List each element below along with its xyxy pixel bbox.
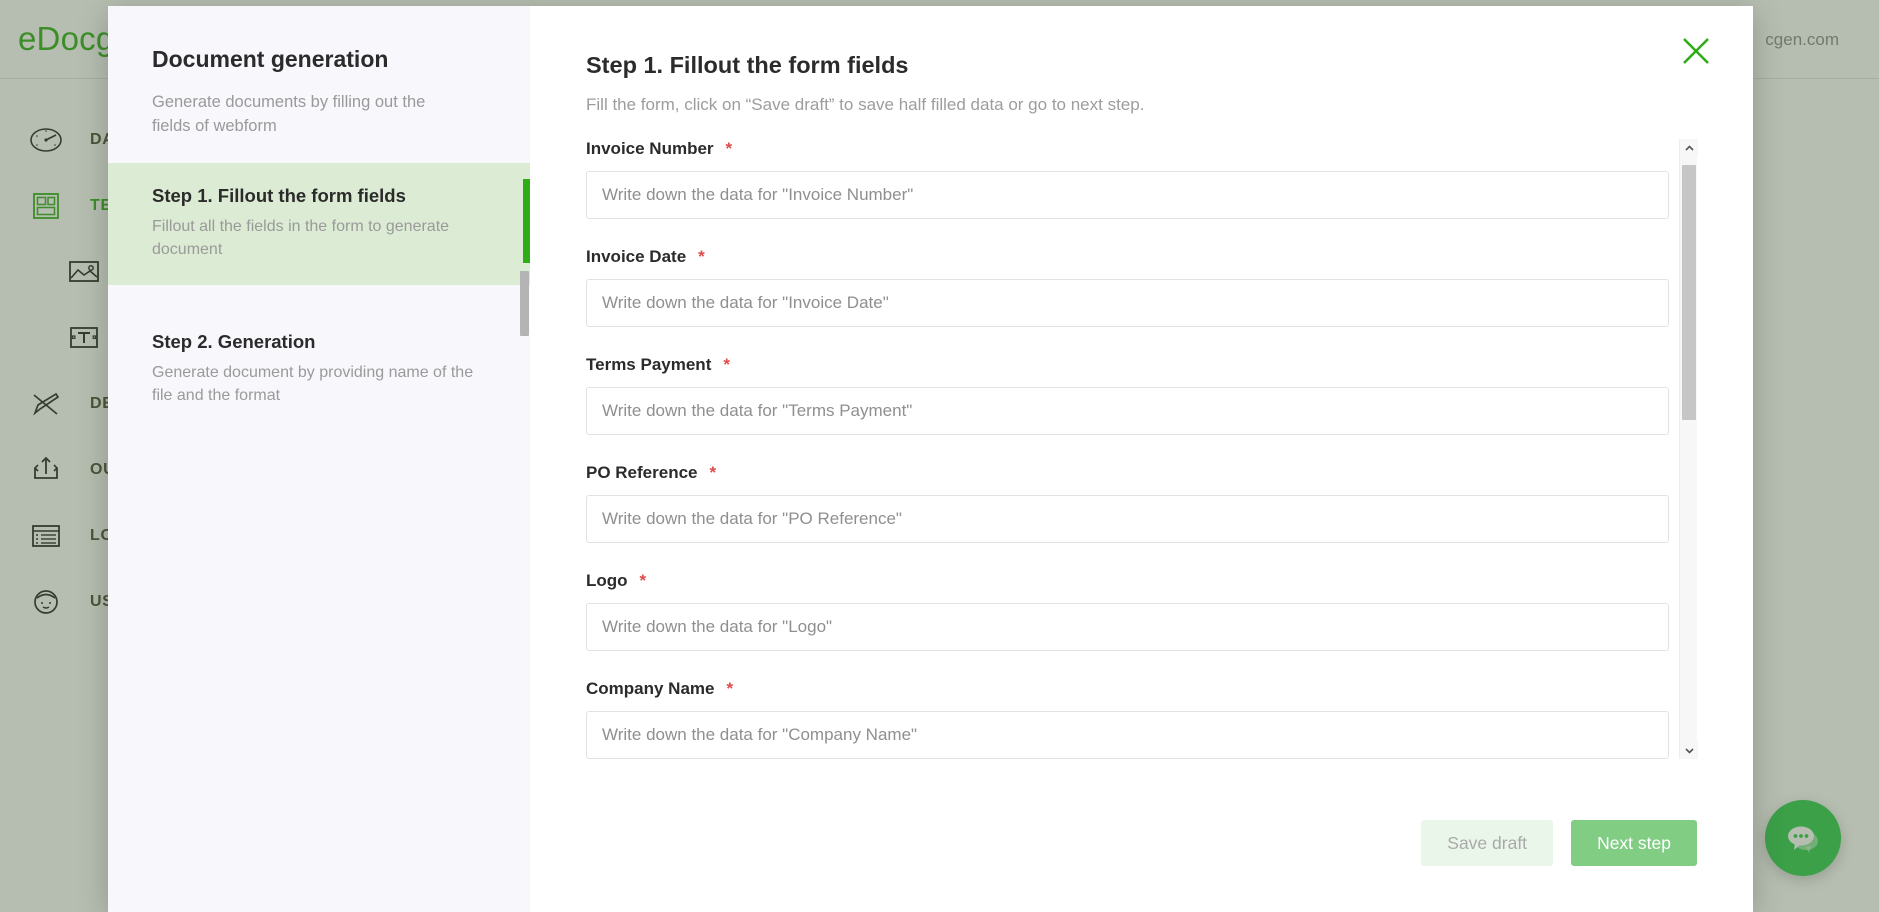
form-field-invoice-date: Invoice Date *: [586, 247, 1669, 327]
required-marker: *: [710, 463, 717, 483]
scroll-down-button[interactable]: [1680, 741, 1698, 759]
field-label: Terms Payment *: [586, 355, 1669, 375]
form-field-po-reference: PO Reference *: [586, 463, 1669, 543]
modal-footer: Save draft Next step: [530, 820, 1753, 912]
modal-main: Step 1. Fillout the form fields Fill the…: [530, 6, 1753, 912]
step-item-1-desc: Fillout all the fields in the form to ge…: [152, 216, 474, 261]
modal-subtitle: Generate documents by filling out the fi…: [152, 91, 442, 139]
field-label-text: Terms Payment: [586, 355, 711, 375]
field-label-text: Logo: [586, 571, 628, 591]
field-label: Invoice Number *: [586, 139, 1669, 159]
step-item-2[interactable]: Step 2. Generation Generate document by …: [108, 309, 530, 431]
modal-title: Document generation: [152, 46, 486, 73]
page-subtitle: Fill the form, click on “Save draft” to …: [586, 95, 1697, 115]
required-marker: *: [726, 679, 733, 699]
chevron-down-icon: [1684, 745, 1695, 756]
invoice-date-input[interactable]: [586, 279, 1669, 327]
form-field-invoice-number: Invoice Number *: [586, 139, 1669, 219]
form-scrollbar-thumb[interactable]: [1682, 165, 1696, 420]
company-name-input[interactable]: [586, 711, 1669, 759]
field-label-text: Company Name: [586, 679, 714, 699]
required-marker: *: [723, 355, 730, 375]
document-generation-modal: Document generation Generate documents b…: [108, 6, 1753, 912]
next-step-button[interactable]: Next step: [1571, 820, 1697, 866]
form-field-terms-payment: Terms Payment *: [586, 355, 1669, 435]
form-field-logo: Logo *: [586, 571, 1669, 651]
field-label: PO Reference *: [586, 463, 1669, 483]
step-item-2-desc: Generate document by providing name of t…: [152, 362, 474, 407]
save-draft-button[interactable]: Save draft: [1421, 820, 1553, 866]
step-item-1[interactable]: Step 1. Fillout the form fields Fillout …: [108, 163, 530, 285]
field-label: Company Name *: [586, 679, 1669, 699]
form-scrollbar[interactable]: [1679, 139, 1697, 759]
field-label-text: PO Reference: [586, 463, 698, 483]
terms-payment-input[interactable]: [586, 387, 1669, 435]
required-marker: *: [726, 139, 733, 159]
field-label-text: Invoice Number: [586, 139, 714, 159]
po-reference-input[interactable]: [586, 495, 1669, 543]
field-label: Invoice Date *: [586, 247, 1669, 267]
required-marker: *: [698, 247, 705, 267]
field-label-text: Invoice Date: [586, 247, 686, 267]
sidebar-scrollbar-track[interactable]: [516, 6, 528, 912]
required-marker: *: [640, 571, 647, 591]
form-container: Invoice Number * Invoice Date * Terms Pa…: [586, 139, 1697, 759]
form-field-company-name: Company Name *: [586, 679, 1669, 759]
scroll-up-button[interactable]: [1680, 139, 1698, 157]
main-header: Step 1. Fillout the form fields Fill the…: [530, 6, 1753, 115]
step-item-2-name: Step 2. Generation: [152, 331, 474, 353]
step-item-1-name: Step 1. Fillout the form fields: [152, 185, 474, 207]
sidebar-scrollbar-thumb[interactable]: [520, 271, 529, 336]
invoice-number-input[interactable]: [586, 171, 1669, 219]
logo-input[interactable]: [586, 603, 1669, 651]
chevron-up-icon: [1684, 143, 1695, 154]
field-label: Logo *: [586, 571, 1669, 591]
modal-sidebar-header: Document generation Generate documents b…: [108, 6, 530, 139]
modal-sidebar: Document generation Generate documents b…: [108, 6, 530, 912]
close-button[interactable]: [1673, 28, 1719, 74]
page-title: Step 1. Fillout the form fields: [586, 52, 1697, 79]
form-scroll-area: Invoice Number * Invoice Date * Terms Pa…: [586, 139, 1679, 759]
close-icon: [1681, 36, 1711, 66]
